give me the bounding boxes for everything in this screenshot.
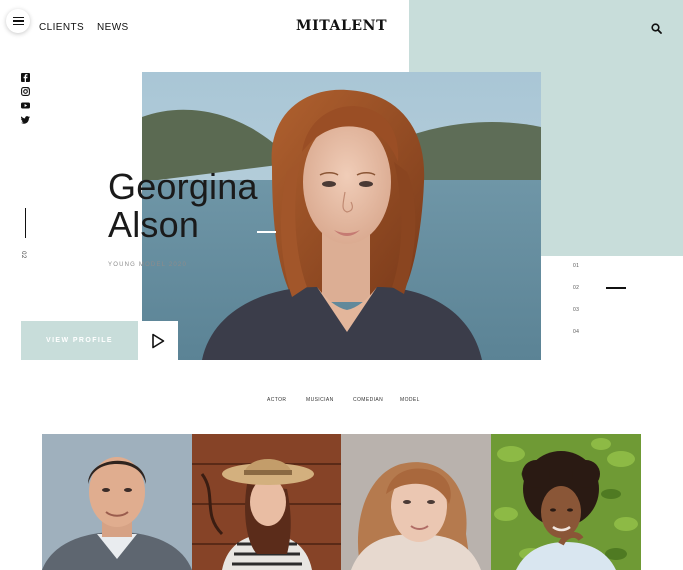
slide-progress-line	[25, 208, 26, 238]
youtube-icon[interactable]	[21, 101, 30, 110]
nav-link-news[interactable]: NEWS	[97, 22, 129, 33]
current-slide-number: 02	[19, 251, 26, 259]
view-profile-label: VIEW PROFILE	[46, 337, 113, 344]
portrait-girl-curly[interactable]	[491, 434, 641, 570]
nav-link-clients[interactable]: CLIENTS	[39, 22, 84, 33]
hero-title-dash	[257, 231, 276, 233]
category-filter-comedian[interactable]: COMEDIAN	[353, 397, 383, 403]
facebook-icon[interactable]	[21, 73, 30, 82]
hero-subtitle: YOUNG MODEL 2020	[108, 262, 187, 268]
portrait-girl-hat[interactable]	[192, 434, 342, 570]
hero-title-first-name: Georgina	[108, 166, 258, 207]
hero-title-last-name: Alson	[108, 204, 200, 245]
slide-number-1[interactable]: 01	[573, 263, 579, 269]
slide-number-4[interactable]: 04	[573, 329, 579, 335]
active-slide-indicator	[606, 287, 626, 289]
slide-number-2[interactable]: 02	[573, 285, 579, 291]
play-icon	[152, 333, 165, 348]
portrait-girl-freckles[interactable]	[341, 434, 491, 570]
view-profile-button[interactable]: VIEW PROFILE	[21, 321, 138, 360]
search-icon[interactable]	[651, 23, 662, 34]
category-filter-model[interactable]: MODEL	[400, 397, 420, 403]
site-logo[interactable]: MITALENT	[296, 18, 387, 34]
play-button[interactable]	[138, 321, 178, 360]
twitter-icon[interactable]	[21, 115, 30, 124]
hero-title: Georgina Alson	[108, 168, 258, 244]
menu-button[interactable]	[6, 9, 30, 33]
category-filter-actor[interactable]: ACTOR	[267, 397, 286, 403]
portrait-man[interactable]	[42, 434, 192, 570]
slide-number-3[interactable]: 03	[573, 307, 579, 313]
instagram-icon[interactable]	[21, 87, 30, 96]
hamburger-menu-icon	[12, 17, 24, 19]
category-filter-musician[interactable]: MUSICIAN	[306, 397, 334, 403]
